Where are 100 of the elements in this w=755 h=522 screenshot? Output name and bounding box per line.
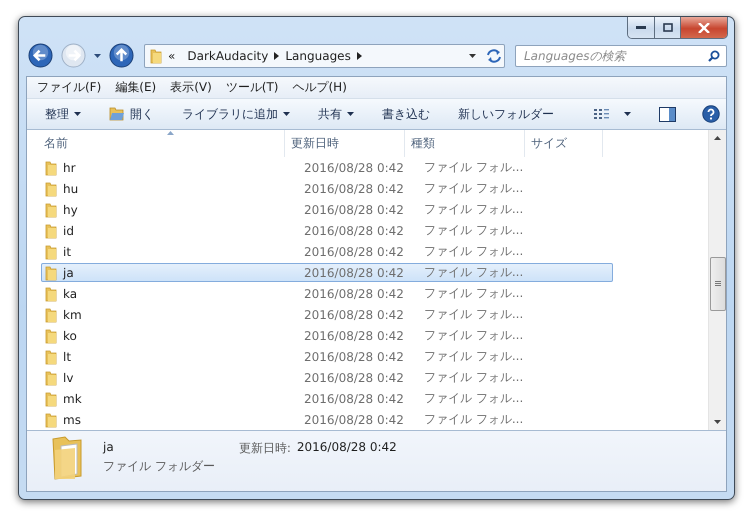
address-bar[interactable]: « DarkAudacity Languages [144, 44, 505, 68]
file-type: ファイル フォル... [423, 411, 524, 428]
caret-icon [283, 112, 290, 116]
file-row[interactable]: km 2016/08/28 0:42 ファイル フォル... [41, 305, 613, 324]
file-row[interactable]: lt 2016/08/28 0:42 ファイル フォル... [41, 347, 613, 366]
file-name: mk [63, 392, 82, 406]
date-label: 更新日時: [238, 440, 291, 457]
file-row[interactable]: hy 2016/08/28 0:42 ファイル フォル... [41, 200, 613, 219]
file-type: ファイル フォル... [423, 348, 524, 365]
file-type: ファイル フォル... [423, 264, 524, 281]
preview-pane-button[interactable] [657, 104, 678, 124]
history-button[interactable] [92, 52, 103, 60]
search-field[interactable]: Languagesの検索 [515, 44, 727, 66]
menu-item[interactable]: ファイル(F) [31, 79, 108, 96]
chevron-icon [356, 52, 362, 60]
breadcrumb[interactable]: Languages [279, 48, 357, 62]
file-type: ファイル フォル... [423, 327, 524, 344]
file-name: km [63, 308, 82, 322]
menu-item[interactable]: ツール(T) [220, 79, 284, 96]
caret-icon [624, 112, 631, 116]
minimize-button[interactable] [628, 17, 654, 38]
toolbar-button[interactable]: 共有 [310, 102, 362, 126]
scroll-down-icon [714, 420, 721, 424]
file-type: ファイル フォル... [423, 180, 524, 197]
toolbar-button[interactable]: 書き込む [374, 102, 438, 126]
close-icon [698, 22, 710, 32]
caret-icon [347, 112, 354, 116]
caret-icon [74, 112, 81, 116]
scroll-thumb[interactable] [710, 257, 726, 311]
menu-item[interactable]: ヘルプ(H) [286, 79, 353, 96]
file-name: hr [63, 160, 76, 174]
folder-icon [45, 412, 57, 428]
folder-icon [45, 180, 57, 196]
file-type: ファイル フォル... [423, 285, 524, 302]
refresh-button[interactable] [484, 46, 504, 64]
overflow-crumb[interactable]: « [162, 48, 182, 62]
caret-icon [94, 54, 101, 58]
file-name: ja [63, 266, 74, 280]
column-header[interactable]: 種類 [405, 130, 525, 157]
file-row[interactable]: ms 2016/08/28 0:42 ファイル フォル... [41, 410, 613, 429]
file-row[interactable]: it 2016/08/28 0:42 ファイル フォル... [41, 242, 613, 261]
search-icon [708, 50, 720, 62]
selected-type: ファイル フォルダー [103, 458, 215, 475]
folder-icon [45, 348, 57, 364]
file-name: hu [63, 182, 78, 196]
folder-icon [45, 244, 57, 260]
file-name: lv [63, 370, 74, 384]
file-row[interactable]: ko 2016/08/28 0:42 ファイル フォル... [41, 326, 613, 345]
modified-date: 2016/08/28 0:42 [303, 224, 405, 238]
file-name: ka [63, 286, 78, 300]
close-button[interactable] [680, 17, 727, 38]
file-row[interactable]: mk 2016/08/28 0:42 ファイル フォル... [41, 389, 613, 408]
address-dropdown[interactable] [467, 52, 478, 60]
column-header[interactable]: 更新日時 [285, 130, 405, 157]
file-name: ms [63, 412, 81, 426]
file-type: ファイル フォル... [423, 159, 524, 176]
modified-date: 2016/08/28 0:42 [303, 286, 405, 300]
modified-date: 2016/08/28 0:42 [303, 202, 405, 216]
file-row[interactable]: hr 2016/08/28 0:42 ファイル フォル... [41, 158, 613, 177]
toolbar-button[interactable]: ライブラリに追加 [174, 102, 298, 126]
scrollbar[interactable] [708, 130, 726, 430]
file-row[interactable]: id 2016/08/28 0:42 ファイル フォル... [41, 221, 613, 240]
modified-date: 2016/08/28 0:42 [303, 328, 405, 342]
up-button[interactable] [107, 41, 136, 70]
file-name: lt [63, 350, 72, 364]
grip-icon [714, 281, 720, 287]
file-row[interactable]: lv 2016/08/28 0:42 ファイル フォル... [41, 368, 613, 387]
file-row[interactable]: ja 2016/08/28 0:42 ファイル フォル... [41, 263, 613, 282]
toolbar-button[interactable]: 整理 [37, 102, 89, 126]
modified-date: 2016/08/28 0:42 [303, 370, 405, 384]
file-type: ファイル フォル... [423, 390, 524, 407]
maximize-icon [662, 23, 672, 32]
view-menu-button[interactable] [622, 110, 633, 118]
toolbar-button[interactable]: 新しいフォルダー [450, 102, 562, 126]
file-name: ko [63, 328, 77, 342]
modified-date: 2016/08/28 0:42 [303, 244, 405, 258]
modified-date: 2016/08/28 0:42 [303, 350, 405, 364]
file-type: ファイル フォル... [423, 306, 524, 323]
toolbar-button[interactable]: 開く [101, 102, 162, 126]
list-view-icon [594, 108, 610, 120]
file-row[interactable]: ka 2016/08/28 0:42 ファイル フォル... [41, 284, 613, 303]
minimize-icon [636, 26, 646, 30]
file-name: it [63, 244, 72, 258]
folder-icon [45, 202, 57, 218]
help-button[interactable] [700, 103, 722, 125]
menu-item[interactable]: 編集(E) [109, 79, 162, 96]
file-type: ファイル フォル... [423, 222, 524, 239]
file-row[interactable]: hu 2016/08/28 0:42 ファイル フォル... [41, 179, 613, 198]
view-button[interactable] [592, 106, 612, 122]
modified-date: 2016/08/28 0:42 [303, 266, 405, 280]
column-header[interactable]: サイズ [525, 130, 603, 157]
date-value: 2016/08/28 0:42 [296, 440, 397, 456]
file-name: hy [63, 202, 78, 216]
scroll-up-icon [714, 136, 721, 140]
breadcrumb[interactable]: DarkAudacity [181, 48, 274, 62]
back-button[interactable] [26, 41, 55, 70]
maximize-button[interactable] [654, 17, 680, 38]
modified-date: 2016/08/28 0:42 [303, 412, 405, 426]
menu-item[interactable]: 表示(V) [164, 79, 218, 96]
selected-name: ja [103, 440, 115, 454]
